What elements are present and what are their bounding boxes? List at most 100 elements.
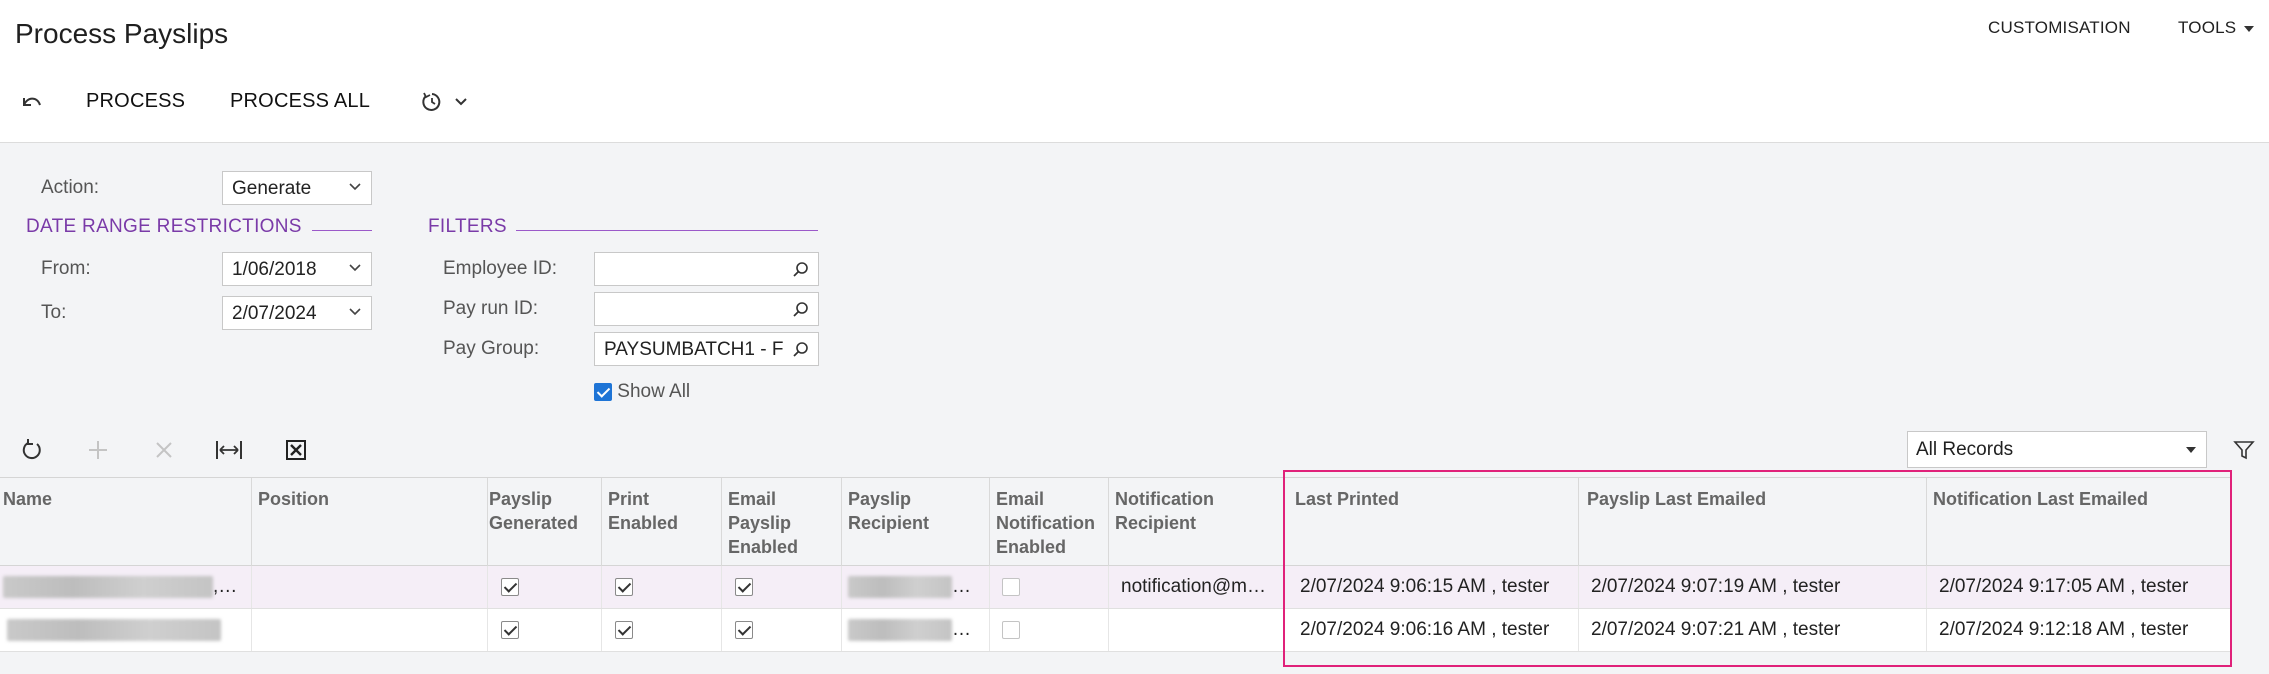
undo-button[interactable]	[16, 88, 46, 116]
checkbox-checked-icon[interactable]	[615, 577, 633, 596]
table-row[interactable]: ,… … notification@m… 2/07/2024 9:06:15 A…	[0, 566, 2232, 609]
page-title: Process Payslips	[15, 18, 229, 49]
excel-icon	[286, 440, 306, 460]
employee-id-field[interactable]	[594, 252, 819, 286]
schedule-button[interactable]	[414, 88, 474, 116]
checkbox-unchecked-icon[interactable]	[1002, 620, 1020, 639]
from-date-field[interactable]: 1/06/2018	[222, 252, 372, 286]
pay-group-label: Pay Group:	[443, 338, 540, 359]
payslip-generated-cell	[488, 566, 602, 608]
column-header-last-printed[interactable]: Last Printed	[1284, 478, 1579, 566]
show-all-label: Show All	[617, 381, 691, 402]
pay-run-id-field[interactable]	[594, 292, 819, 326]
section-divider	[312, 230, 372, 231]
notification-recipient-cell	[1109, 609, 1284, 651]
delete-row-button[interactable]	[150, 436, 178, 464]
section-divider	[516, 230, 818, 231]
fit-width-icon	[216, 441, 242, 459]
search-icon[interactable]	[792, 341, 810, 359]
column-header-payslip-generated[interactable]: Payslip Generated	[488, 478, 602, 566]
column-header-name[interactable]: Name	[0, 478, 252, 566]
redacted-name	[7, 618, 221, 641]
pay-run-id-label: Pay run ID:	[443, 298, 539, 319]
employee-id-label: Employee ID:	[443, 258, 558, 279]
last-printed-cell: 2/07/2024 9:06:15 AM , tester	[1284, 566, 1579, 608]
from-date-value: 1/06/2018	[232, 259, 317, 280]
fit-columns-button[interactable]	[214, 436, 244, 464]
checkbox-checked-icon[interactable]	[735, 620, 753, 639]
process-button[interactable]: PROCESS	[86, 90, 185, 113]
checkbox-unchecked-icon[interactable]	[1002, 577, 1020, 596]
email-notification-enabled-cell	[990, 609, 1109, 651]
export-excel-button[interactable]	[282, 436, 310, 464]
column-header-payslip-recipient[interactable]: Payslip Recipient	[842, 478, 990, 566]
name-cell: ,…	[0, 566, 252, 608]
print-enabled-cell	[602, 609, 722, 651]
chevron-down-icon	[455, 98, 467, 106]
pay-group-field[interactable]: PAYSUMBATCH1 - F	[594, 332, 819, 366]
notification-last-emailed-cell: 2/07/2024 9:17:05 AM , tester	[1939, 576, 2189, 597]
search-icon[interactable]	[792, 301, 810, 319]
checkbox-checked-icon[interactable]	[594, 382, 612, 401]
column-header-notification-recipient[interactable]: Notification Recipient	[1109, 478, 1284, 566]
undo-icon	[23, 97, 41, 106]
notification-recipient-cell: notification@m…	[1109, 566, 1284, 608]
add-row-button[interactable]	[84, 436, 112, 464]
name-cell	[0, 609, 252, 651]
print-enabled-cell	[602, 566, 722, 608]
search-icon[interactable]	[792, 261, 810, 279]
table-row[interactable]: … 2/07/2024 9:06:16 AM , tester 2/07/202…	[0, 609, 2232, 652]
records-filter-select[interactable]: All Records	[1907, 431, 2207, 468]
process-all-button[interactable]: PROCESS ALL	[230, 90, 370, 113]
redacted-recipient	[848, 618, 952, 641]
checkbox-checked-icon[interactable]	[501, 620, 519, 639]
payslip-recipient-cell: …	[842, 566, 990, 608]
clock-refresh-icon	[422, 92, 441, 111]
column-header-print-enabled[interactable]: Print Enabled	[602, 478, 722, 566]
chevron-down-icon	[349, 183, 361, 191]
action-label: Action:	[41, 177, 100, 198]
column-header-position[interactable]: Position	[252, 478, 488, 566]
grid-header: Name Position Payslip Generated Print En…	[0, 477, 2232, 566]
tools-label: TOOLS	[2178, 18, 2237, 37]
payslip-last-emailed-cell: 2/07/2024 9:07:19 AM , tester	[1579, 566, 1927, 608]
refresh-icon	[22, 439, 41, 460]
chevron-down-icon	[349, 308, 361, 316]
refresh-button[interactable]	[18, 436, 46, 464]
date-range-section-title: DATE RANGE RESTRICTIONS	[26, 216, 302, 237]
last-printed-cell: 2/07/2024 9:06:16 AM , tester	[1284, 609, 1579, 651]
checkbox-checked-icon[interactable]	[501, 577, 519, 596]
show-all-checkbox[interactable]: Show All	[594, 381, 690, 403]
checkbox-checked-icon[interactable]	[615, 620, 633, 639]
position-cell	[252, 609, 488, 651]
email-payslip-enabled-cell	[722, 609, 842, 651]
close-icon	[156, 442, 172, 458]
column-header-notification-last-emailed[interactable]: Notification Last Emailed	[1927, 478, 2232, 566]
email-payslip-enabled-cell	[722, 566, 842, 608]
customisation-menu[interactable]: CUSTOMISATION	[1988, 18, 2131, 38]
column-header-payslip-last-emailed[interactable]: Payslip Last Emailed	[1579, 478, 1927, 566]
payslip-generated-cell	[488, 609, 602, 651]
payslip-recipient-cell: …	[842, 609, 990, 651]
filters-section-title: FILTERS	[428, 216, 507, 237]
chevron-down-icon	[2244, 25, 2255, 32]
action-select[interactable]: Generate	[222, 171, 372, 205]
column-header-email-notification-enabled[interactable]: Email Notification Enabled	[990, 478, 1109, 566]
filter-button[interactable]	[2230, 436, 2258, 464]
to-date-value: 2/07/2024	[232, 303, 317, 324]
to-date-field[interactable]: 2/07/2024	[222, 296, 372, 330]
payslip-last-emailed-cell: 2/07/2024 9:07:21 AM , tester	[1579, 609, 1927, 651]
redacted-name	[3, 575, 213, 598]
column-header-email-payslip-enabled[interactable]: Email Payslip Enabled	[722, 478, 842, 566]
pay-group-value: PAYSUMBATCH1 - F	[604, 339, 784, 360]
action-value: Generate	[232, 178, 312, 199]
top-bar: Process Payslips CUSTOMISATION TOOLS PRO…	[0, 0, 2269, 143]
caret-down-icon	[2186, 447, 2196, 453]
tools-menu[interactable]: TOOLS	[2178, 18, 2255, 38]
records-filter-value: All Records	[1916, 439, 2014, 460]
to-label: To:	[41, 302, 67, 323]
notification-last-emailed-cell: 2/07/2024 9:12:18 AM , tester	[1939, 619, 2189, 640]
email-notification-enabled-cell	[990, 566, 1109, 608]
checkbox-checked-icon[interactable]	[735, 577, 753, 596]
from-label: From:	[41, 258, 91, 279]
